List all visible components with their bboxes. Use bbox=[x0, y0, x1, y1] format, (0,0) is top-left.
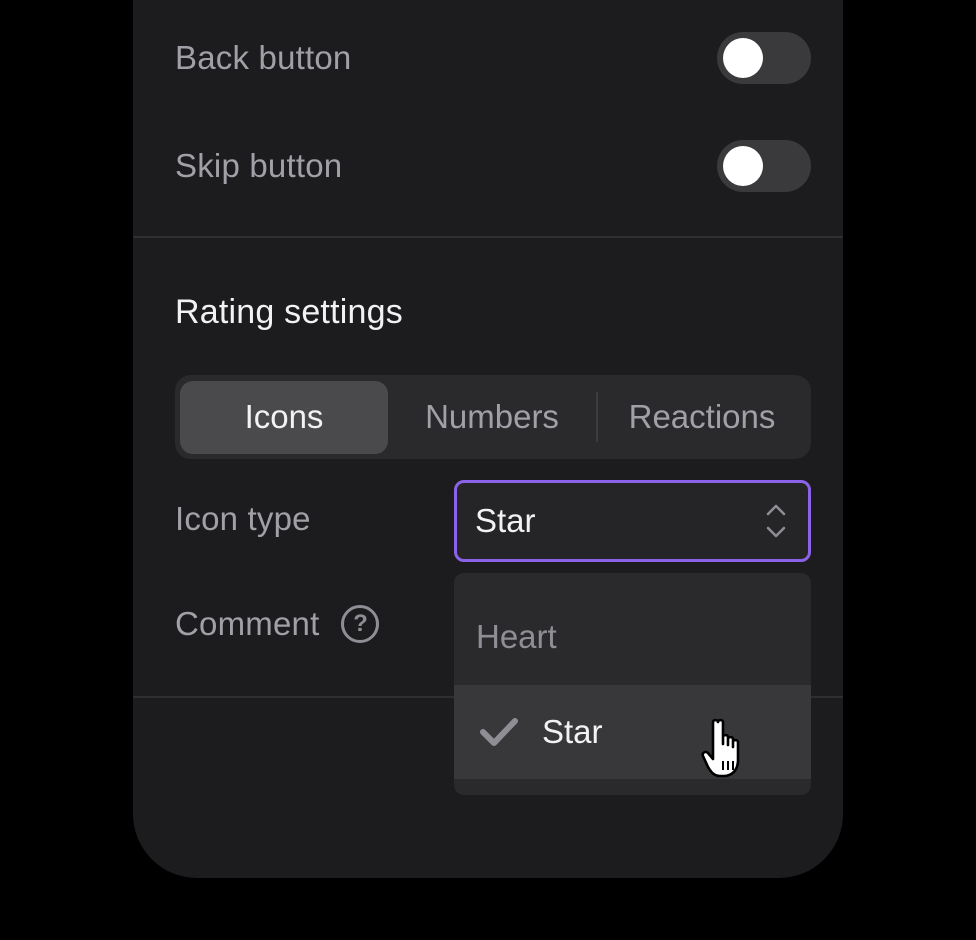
rating-settings-title: Rating settings bbox=[175, 293, 403, 331]
back-button-toggle[interactable] bbox=[717, 32, 811, 84]
help-icon[interactable]: ? bbox=[341, 605, 380, 643]
back-button-label: Back button bbox=[175, 39, 352, 76]
icon-type-row: Icon type bbox=[175, 500, 311, 538]
dropdown-option-star[interactable]: Star bbox=[454, 685, 811, 779]
hand-pointer-cursor-icon bbox=[701, 718, 740, 778]
tab-icons[interactable]: Icons bbox=[180, 380, 388, 454]
icon-type-label: Icon type bbox=[175, 500, 311, 537]
skip-button-row: Skip button bbox=[175, 140, 811, 192]
toggle-knob bbox=[723, 38, 763, 78]
toggle-knob bbox=[723, 146, 763, 186]
back-button-row: Back button bbox=[175, 32, 811, 84]
dropdown-option-label: Star bbox=[542, 713, 603, 750]
check-icon bbox=[480, 718, 518, 746]
comment-row: Comment ? bbox=[175, 605, 380, 643]
tab-reactions[interactable]: Reactions bbox=[598, 381, 806, 454]
skip-button-label: Skip button bbox=[175, 147, 343, 184]
icon-type-dropdown-menu: Heart Star bbox=[454, 573, 811, 795]
section-divider bbox=[133, 236, 843, 238]
tab-numbers[interactable]: Numbers bbox=[388, 381, 596, 454]
chevron-up-down-icon bbox=[766, 504, 786, 538]
comment-label: Comment bbox=[175, 605, 320, 642]
skip-button-toggle[interactable] bbox=[717, 140, 811, 192]
rating-type-segmented-control: Icons Numbers Reactions bbox=[175, 375, 811, 459]
icon-type-select[interactable]: Star bbox=[454, 480, 811, 562]
dropdown-option-label: Heart bbox=[476, 618, 557, 655]
dropdown-option-heart[interactable]: Heart bbox=[454, 590, 811, 684]
icon-type-select-value: Star bbox=[475, 502, 536, 539]
